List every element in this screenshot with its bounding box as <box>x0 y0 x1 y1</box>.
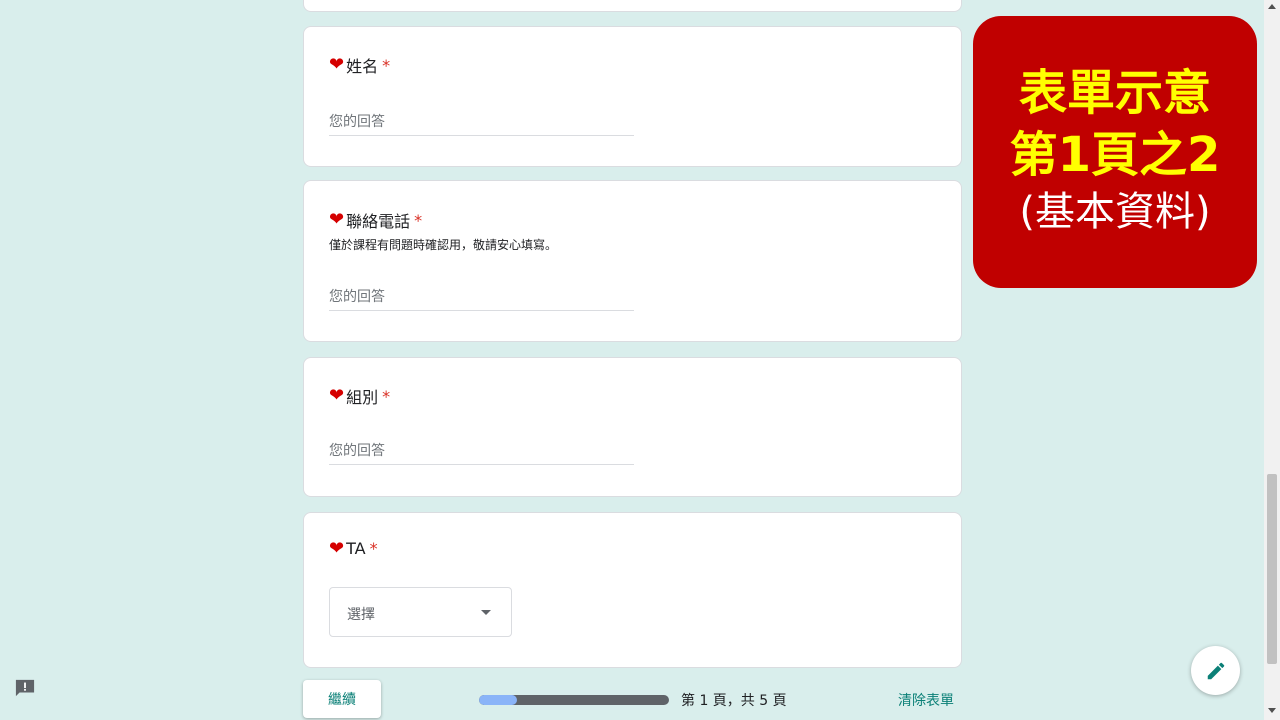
question-title: ❤ 組別 * <box>329 384 390 408</box>
page-scrollbar[interactable] <box>1264 0 1280 720</box>
name-answer-input[interactable]: 您的回答 <box>329 111 634 136</box>
heart-icon: ❤ <box>329 54 345 75</box>
question-card-group: ❤ 組別 * 您的回答 <box>303 357 962 497</box>
question-card-ta: ❤ TA * 選擇 <box>303 512 962 668</box>
question-description: 僅於課程有問題時確認用，敬請安心填寫。 <box>329 238 558 252</box>
required-asterisk: * <box>382 386 391 406</box>
required-asterisk: * <box>414 210 423 230</box>
scrollbar-thumb[interactable] <box>1267 474 1277 664</box>
question-title: ❤ TA * <box>329 539 378 558</box>
overlay-page: 第1頁之2 <box>1009 127 1221 183</box>
question-title-text: 聯絡電話 <box>346 212 411 231</box>
annotation-overlay: 表單示意 第1頁之2 (基本資料) <box>973 16 1257 288</box>
heart-icon: ❤ <box>329 385 345 406</box>
pencil-icon <box>1207 662 1224 679</box>
required-asterisk: * <box>369 539 378 558</box>
edit-fab-button[interactable] <box>1191 646 1240 695</box>
ta-select-dropdown[interactable]: 選擇 <box>329 587 512 637</box>
dropdown-arrow-icon <box>481 610 491 615</box>
phone-answer-input[interactable]: 您的回答 <box>329 286 634 311</box>
scroll-down-arrow-icon[interactable] <box>1268 708 1276 713</box>
previous-question-card <box>303 0 962 12</box>
heart-icon: ❤ <box>329 209 345 230</box>
page-indicator: 第 1 頁，共 5 頁 <box>681 693 787 709</box>
question-card-phone: ❤ 聯絡電話 * 僅於課程有問題時確認用，敬請安心填寫。 您的回答 <box>303 180 962 342</box>
group-answer-input[interactable]: 您的回答 <box>329 440 634 465</box>
question-title-text: 姓名 <box>346 57 379 76</box>
progress-bar <box>479 695 669 705</box>
next-button[interactable]: 繼續 <box>303 680 381 718</box>
question-title-text: TA <box>346 539 366 558</box>
report-issue-icon[interactable] <box>14 678 36 698</box>
question-title-text: 組別 <box>346 388 379 407</box>
progress-fill <box>479 695 517 705</box>
overlay-subtitle: (基本資料) <box>1019 189 1211 235</box>
question-card-name: ❤ 姓名 * 您的回答 <box>303 26 962 167</box>
question-title: ❤ 姓名 * <box>329 53 390 77</box>
clear-form-button[interactable]: 清除表單 <box>898 690 954 710</box>
scroll-up-arrow-icon[interactable] <box>1268 4 1276 9</box>
form-footer: 繼續 第 1 頁，共 5 頁 清除表單 <box>303 680 962 720</box>
question-title: ❤ 聯絡電話 * <box>329 208 422 232</box>
select-placeholder: 選擇 <box>347 607 375 623</box>
overlay-title: 表單示意 <box>1018 65 1211 121</box>
required-asterisk: * <box>382 55 391 75</box>
heart-icon: ❤ <box>329 537 345 559</box>
